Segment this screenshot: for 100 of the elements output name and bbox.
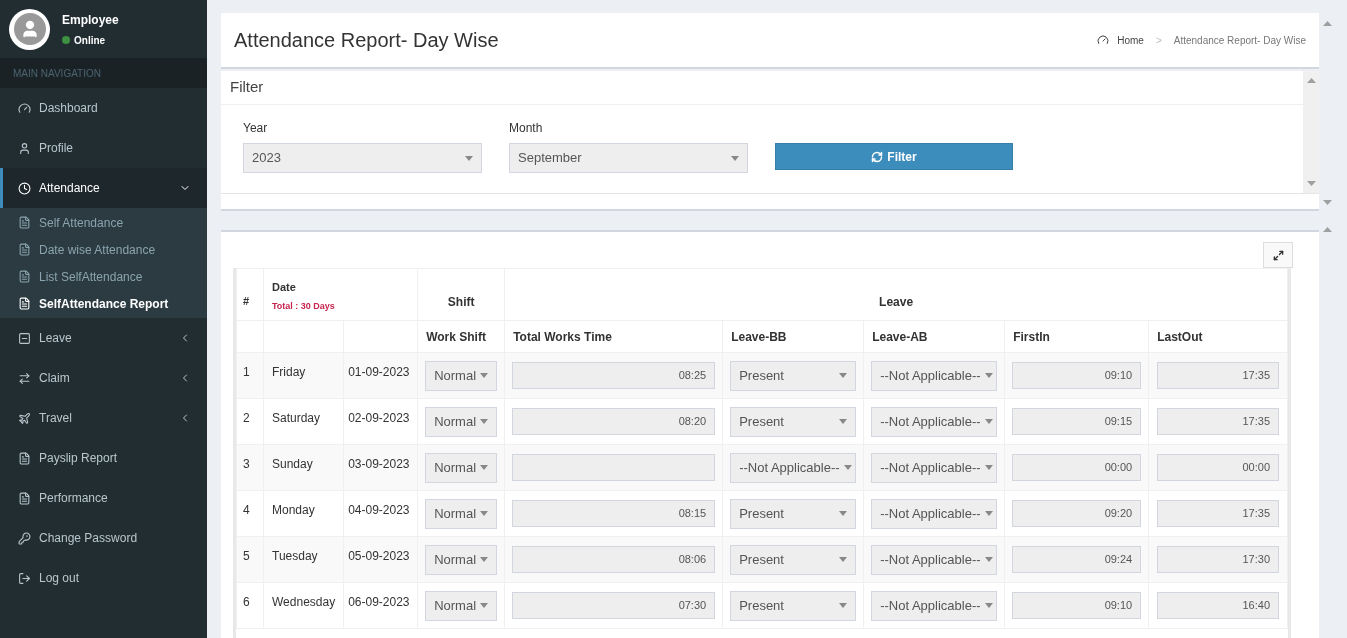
nav-item[interactable]: Log out <box>0 558 207 598</box>
input-field[interactable]: 08:20 <box>512 408 716 435</box>
scroll-down-icon[interactable] <box>1306 181 1316 186</box>
input-field[interactable]: 00:00 <box>1012 454 1142 481</box>
table-cell: 1 <box>243 365 250 379</box>
select-field[interactable]: Present <box>730 498 857 529</box>
expand-button[interactable] <box>1263 242 1293 268</box>
gauge-icon <box>1097 34 1110 46</box>
caret-icon <box>984 511 993 516</box>
submenu-item[interactable]: List SelfAttendance <box>0 263 207 290</box>
select-field[interactable]: --Not Applicable-- <box>871 498 998 529</box>
table-cell: 05-09-2023 <box>348 549 410 563</box>
select-field[interactable]: Normal <box>425 406 498 437</box>
column-header: Date <box>272 280 297 295</box>
submenu-item[interactable]: SelfAttendance Report <box>0 290 207 317</box>
caret-icon <box>465 155 473 161</box>
scroll-up-icon[interactable] <box>1306 78 1316 83</box>
gauge-icon <box>18 101 31 115</box>
select-field[interactable]: --Not Applicable-- <box>871 360 998 391</box>
column-header: FirstIn <box>1013 329 1050 344</box>
input-field[interactable]: 17:35 <box>1157 362 1279 389</box>
caret-icon <box>984 603 993 608</box>
select-field[interactable]: Present <box>730 406 857 437</box>
input-field[interactable]: 09:24 <box>1012 546 1142 573</box>
scroll-up-icon[interactable] <box>1322 21 1332 26</box>
status-text: Online <box>74 33 106 48</box>
table-cell: 6 <box>243 595 250 609</box>
select-field[interactable]: --Not Applicable-- <box>730 452 857 483</box>
input-field[interactable]: 17:35 <box>1157 500 1279 527</box>
expand-icon <box>1272 249 1284 261</box>
column-header: Total Works Time <box>513 329 612 344</box>
table-cell: Tuesday <box>272 549 318 563</box>
select-field[interactable]: Present <box>730 544 857 575</box>
document-icon <box>18 243 31 256</box>
select-field[interactable]: Normal <box>425 452 498 483</box>
caret-icon <box>984 557 993 562</box>
nav-item[interactable]: Profile <box>0 128 207 168</box>
table-cell: Wednesday <box>272 595 336 609</box>
scroll-down-icon[interactable] <box>1322 200 1332 205</box>
select-field[interactable]: Normal <box>425 544 498 575</box>
nav-item[interactable]: Travel <box>0 398 207 438</box>
select-field[interactable]: 2023 <box>243 143 482 173</box>
table-cell: Saturday <box>272 411 321 425</box>
caret-icon <box>480 373 489 378</box>
input-field[interactable]: 16:40 <box>1157 592 1279 619</box>
input-field[interactable]: 09:10 <box>1012 362 1142 389</box>
column-header: Leave <box>879 295 914 309</box>
total-days: Total : 30 Days <box>272 299 410 313</box>
select-field[interactable]: --Not Applicable-- <box>871 406 998 437</box>
table-cell: 3 <box>243 457 250 471</box>
user-name: Employee <box>62 11 119 29</box>
breadcrumb-link[interactable]: Home <box>1117 32 1144 48</box>
filter-button[interactable]: Filter <box>775 143 1013 170</box>
minus-square-icon <box>18 331 31 345</box>
table-cell: 03-09-2023 <box>348 457 410 471</box>
input-field[interactable]: 08:15 <box>512 500 716 527</box>
submenu-item[interactable]: Date wise Attendance <box>0 236 207 263</box>
select-field[interactable]: Normal <box>425 590 498 621</box>
select-field[interactable]: Present <box>730 360 857 391</box>
caret-icon <box>839 373 848 378</box>
select-field[interactable]: Normal <box>425 498 498 529</box>
input-field[interactable]: 09:10 <box>1012 592 1142 619</box>
caret-icon <box>839 511 848 516</box>
caret-icon <box>480 557 489 562</box>
select-field[interactable]: --Not Applicable-- <box>871 452 998 483</box>
scroll-up-icon[interactable] <box>1322 227 1332 232</box>
submenu-item[interactable]: Self Attendance <box>0 209 207 236</box>
select-field[interactable]: --Not Applicable-- <box>871 590 998 621</box>
nav-item[interactable]: Attendance <box>0 168 207 208</box>
nav-item[interactable]: Dashboard <box>0 88 207 128</box>
table-cell: 5 <box>243 549 250 563</box>
document-icon <box>18 451 31 465</box>
input-field[interactable]: 09:15 <box>1012 408 1142 435</box>
select-field[interactable]: September <box>509 143 748 173</box>
nav-item[interactable]: Leave <box>0 318 207 358</box>
caret-icon <box>984 373 993 378</box>
input-field[interactable] <box>512 454 716 481</box>
breadcrumb-separator: > <box>1155 33 1162 48</box>
input-field[interactable]: 17:30 <box>1157 546 1279 573</box>
table-cell: 2 <box>243 411 250 425</box>
column-header: Shift <box>447 295 475 309</box>
input-field[interactable]: 09:20 <box>1012 500 1142 527</box>
input-field[interactable]: 00:00 <box>1157 454 1279 481</box>
input-field[interactable]: 17:35 <box>1157 408 1279 435</box>
caret-icon <box>839 603 848 608</box>
input-field[interactable]: 08:06 <box>512 546 716 573</box>
caret-icon <box>731 155 739 161</box>
refresh-icon <box>871 150 884 163</box>
nav-item[interactable]: Payslip Report <box>0 438 207 478</box>
input-field[interactable]: 08:25 <box>512 362 716 389</box>
nav-item[interactable]: Change Password <box>0 518 207 558</box>
column-header: # <box>243 295 250 307</box>
nav-item[interactable]: Performance <box>0 478 207 518</box>
caret-icon <box>480 511 489 516</box>
table-cell: Friday <box>272 365 306 379</box>
select-field[interactable]: Normal <box>425 360 498 391</box>
select-field[interactable]: --Not Applicable-- <box>871 544 998 575</box>
input-field[interactable]: 07:30 <box>512 592 716 619</box>
select-field[interactable]: Present <box>730 590 857 621</box>
nav-item[interactable]: Claim <box>0 358 207 398</box>
